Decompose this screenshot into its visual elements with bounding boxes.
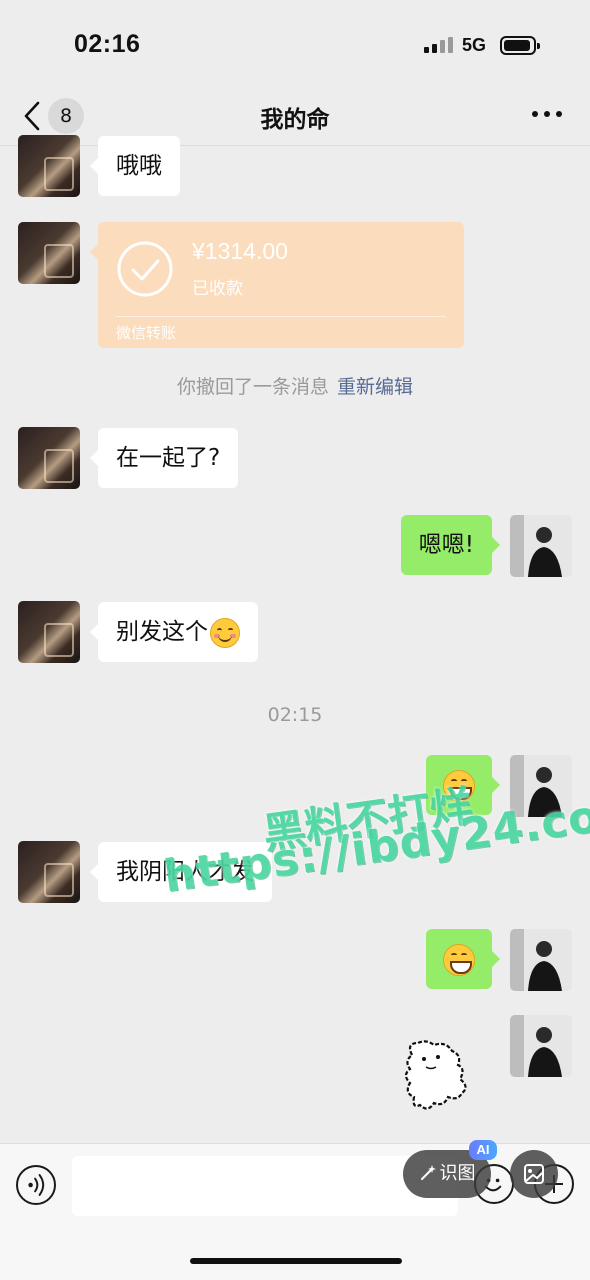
- message-bubble[interactable]: 哦哦: [90, 136, 180, 196]
- message-bubble[interactable]: 在一起了?: [89, 428, 239, 488]
- my-avatar[interactable]: [510, 929, 572, 991]
- image-button[interactable]: [510, 1150, 558, 1198]
- check-icon: [117, 241, 173, 297]
- contact-avatar[interactable]: [18, 601, 80, 663]
- contact-avatar[interactable]: [18, 135, 80, 197]
- message-input[interactable]: [72, 1156, 458, 1216]
- transfer-amount: ¥1314.00: [192, 238, 288, 264]
- dog-sticker[interactable]: [400, 1035, 472, 1115]
- recall-notice: 你撤回了一条消息 重新编辑: [0, 372, 590, 399]
- emoji-message-bubble[interactable]: [426, 755, 500, 815]
- network-type: 5G: [462, 35, 487, 55]
- emoji-message-bubble[interactable]: [426, 929, 500, 989]
- transfer-card[interactable]: ¥1314.00 已收款 微信转账: [90, 222, 464, 348]
- transfer-status: 已收款: [192, 279, 243, 299]
- grin-emoji: [443, 769, 475, 802]
- battery-icon: [500, 36, 540, 55]
- ocr-label: 识图: [439, 1163, 476, 1184]
- chat-title: 我的命: [260, 107, 330, 133]
- status-bar: 02:16 5G: [0, 0, 590, 86]
- message-bubble[interactable]: 嗯嗯!: [400, 515, 501, 575]
- image-icon: [524, 1164, 544, 1184]
- status-time: 02:16: [74, 30, 141, 58]
- contact-avatar[interactable]: [18, 222, 80, 284]
- grin-emoji: [443, 943, 475, 976]
- ai-badge: AI: [469, 1140, 497, 1160]
- my-avatar[interactable]: [510, 1015, 572, 1077]
- transfer-label: 微信转账: [116, 324, 177, 342]
- home-indicator: [190, 1258, 402, 1264]
- more-icon[interactable]: [532, 111, 562, 119]
- voice-icon[interactable]: [16, 1165, 56, 1205]
- message-bubble[interactable]: 我阴阳人才发: [90, 842, 272, 902]
- recall-text: 你撤回了一条消息: [176, 376, 329, 398]
- message-bubble[interactable]: 别发这个: [90, 602, 258, 662]
- message-text: 别发这个: [116, 619, 208, 645]
- my-avatar[interactable]: [510, 515, 572, 577]
- contact-avatar[interactable]: [18, 427, 80, 489]
- magic-wand-icon: [420, 1165, 436, 1180]
- signal-icon: [424, 37, 454, 53]
- smile-emoji: [210, 617, 240, 648]
- divider: [116, 316, 446, 317]
- contact-avatar[interactable]: [18, 841, 80, 903]
- my-avatar[interactable]: [510, 755, 572, 817]
- chat-header: 8 我的命: [0, 86, 590, 146]
- re-edit-link[interactable]: 重新编辑: [337, 376, 413, 398]
- timestamp: 02:15: [267, 704, 323, 726]
